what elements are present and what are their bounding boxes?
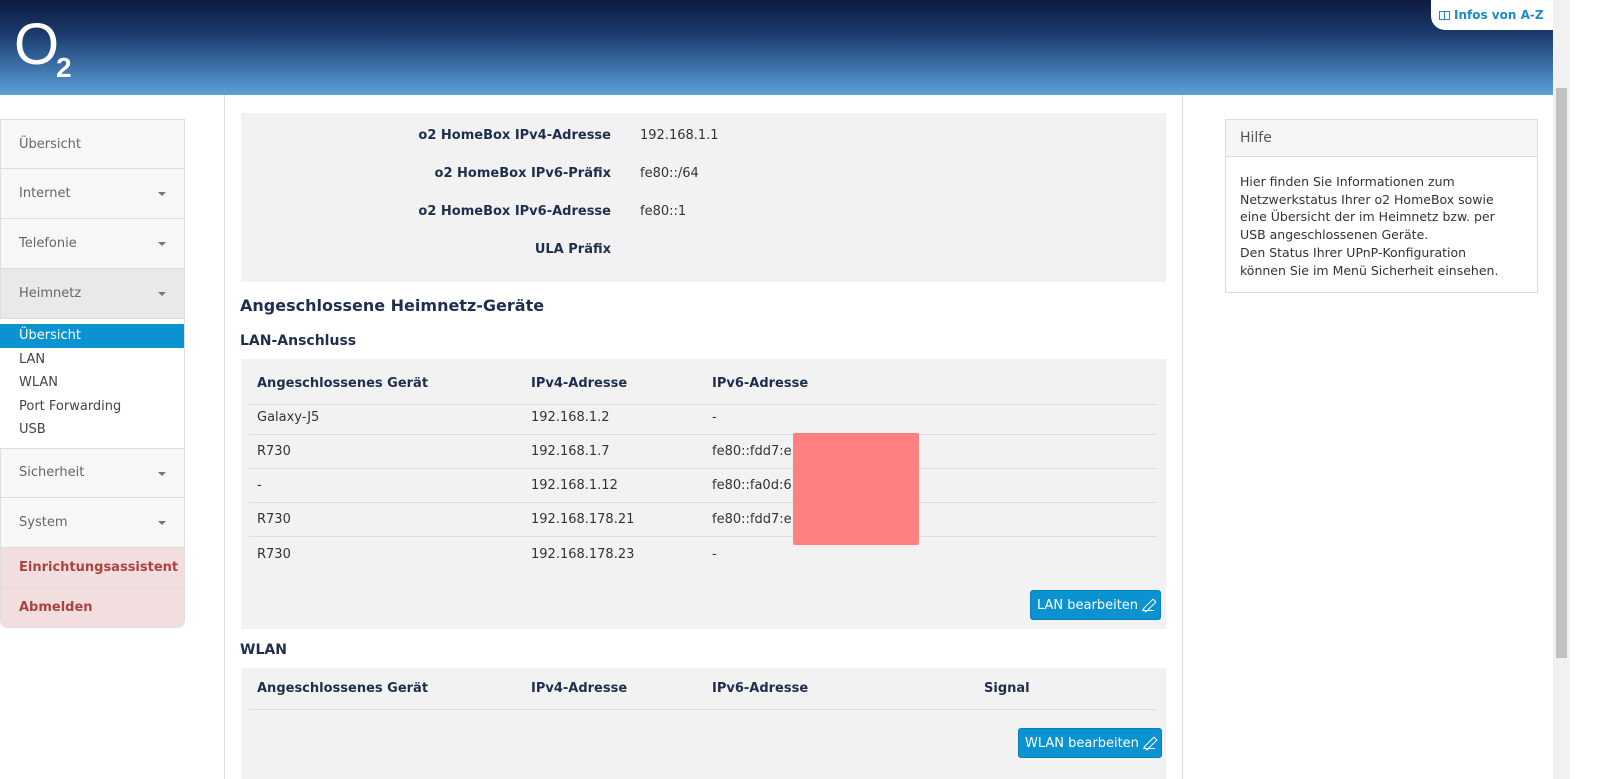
info-label: o2 HomeBox IPv6-Präfix <box>434 166 611 181</box>
chevron-down-icon <box>158 471 166 476</box>
column-header-ipv6: IPv6-Adresse <box>712 376 809 391</box>
help-title: Hilfe <box>1226 120 1537 157</box>
cell-ipv4: 192.168.1.12 <box>531 478 618 493</box>
chevron-down-icon <box>158 520 166 525</box>
help-line: Hier finden Sie Informationen zum <box>1240 174 1455 189</box>
help-line: eine Übersicht der im Heimnetz bzw. per <box>1240 209 1495 225</box>
wlan-devices-table: Angeschlossenes Gerät IPv4-Adresse IPv6-… <box>241 668 1166 779</box>
sidebar-item-uebersicht[interactable]: Übersicht <box>0 119 185 169</box>
infos-a-z-link[interactable]: Infos von A-Z <box>1431 0 1553 30</box>
cell-device: R730 <box>257 546 291 562</box>
help-line: können Sie im Menü Sicherheit einsehen. <box>1240 262 1499 278</box>
pencil-icon <box>1142 737 1155 749</box>
subnav-item-uebersicht[interactable]: Übersicht <box>0 324 184 348</box>
help-line: Den Status Ihrer UPnP-Konfiguration <box>1240 244 1467 260</box>
help-line: Netzwerkstatus Ihrer o2 HomeBox sowie <box>1240 191 1494 207</box>
help-line: USB angeschlossenen Geräte. <box>1240 227 1429 243</box>
table-row: Galaxy-J5 192.168.1.2 - <box>249 401 1157 435</box>
cell-device: R730 <box>257 512 291 527</box>
sidebar-item-label: Telefonie <box>19 236 77 251</box>
homebox-address-panel: o2 HomeBox IPv4-Adresse 192.168.1.1 o2 H… <box>241 113 1166 282</box>
column-header-ipv4: IPv4-Adresse <box>531 681 628 696</box>
cell-ipv6: fe80::fa0d:6 <box>712 478 792 493</box>
table-header: Angeschlossenes Gerät IPv4-Adresse IPv6-… <box>249 668 1157 710</box>
chevron-down-icon <box>158 192 166 196</box>
page-scrollbar[interactable] <box>1553 0 1570 779</box>
logout-label: Abmelden <box>19 599 93 615</box>
help-panel: Hilfe Hier finden Sie Informationen zum … <box>1225 119 1538 293</box>
infos-a-z-label: Infos von A-Z <box>1454 8 1544 22</box>
lan-devices-table: Angeschlossenes Gerät IPv4-Adresse IPv6-… <box>241 359 1166 629</box>
scrollbar-thumb[interactable] <box>1556 88 1567 658</box>
subnav-item-port-forwarding[interactable]: Port Forwarding <box>0 395 184 419</box>
sidebar-item-label: System <box>19 514 68 530</box>
setup-wizard-label: Einrichtungsassistent <box>19 559 179 575</box>
info-row: ULA Präfix <box>241 242 1166 262</box>
sidebar-item-heimnetz[interactable]: Heimnetz <box>0 269 185 319</box>
logo-letter: O <box>14 12 60 77</box>
cell-device: Galaxy-J5 <box>257 410 320 425</box>
wlan-edit-label: WLAN bearbeiten <box>1025 735 1139 751</box>
cell-ipv6: - <box>712 546 717 562</box>
table-header: Angeschlossenes Gerät IPv4-Adresse IPv6-… <box>249 363 1157 405</box>
heimnetz-submenu: Übersicht LAN WLAN Port Forwarding USB <box>0 319 185 448</box>
cell-ipv6: fe80::fdd7:e <box>712 444 792 459</box>
book-icon <box>1439 10 1450 20</box>
cell-ipv4: 192.168.178.23 <box>531 546 635 562</box>
cell-ipv4: 192.168.1.7 <box>531 444 610 459</box>
column-header-ipv4: IPv4-Adresse <box>531 376 628 391</box>
wlan-edit-button[interactable]: WLAN bearbeiten <box>1018 728 1162 758</box>
sidebar-item-label: Internet <box>19 186 71 201</box>
header-banner: O 2 <box>0 0 1553 95</box>
info-label: o2 HomeBox IPv6-Adresse <box>418 204 611 219</box>
sidebar-item-internet[interactable]: Internet <box>0 169 185 219</box>
cell-ipv6: fe80::fdd7:e <box>712 512 792 527</box>
cell-device: R730 <box>257 444 291 459</box>
table-row: - 192.168.1.12 fe80::fa0d:6 <box>249 469 1157 503</box>
sidebar-item-label: Sicherheit <box>19 465 85 480</box>
cell-ipv6: - <box>712 410 717 425</box>
sidebar-item-label: Heimnetz <box>19 286 82 301</box>
info-value: fe80::1 <box>640 204 687 219</box>
table-row: R730 192.168.178.23 - <box>249 537 1157 571</box>
sidebar-item-telefonie[interactable]: Telefonie <box>0 219 185 269</box>
column-header-ipv6: IPv6-Adresse <box>712 681 809 696</box>
lan-edit-label: LAN bearbeiten <box>1037 597 1139 613</box>
redaction-overlay <box>793 433 919 545</box>
table-row: R730 192.168.178.21 fe80::fdd7:e <box>249 503 1157 537</box>
info-value: fe80::/64 <box>640 166 699 181</box>
cell-ipv4: 192.168.178.21 <box>531 512 635 527</box>
devices-heading: Angeschlossene Heimnetz-Geräte <box>240 296 545 315</box>
sidebar-item-system[interactable]: System <box>0 497 185 548</box>
logout-link[interactable]: Abmelden <box>0 587 185 628</box>
subnav-item-wlan[interactable]: WLAN <box>0 371 184 395</box>
pencil-icon <box>1142 599 1155 611</box>
info-row: o2 HomeBox IPv6-Adresse fe80::1 <box>241 204 1166 224</box>
table-row: R730 192.168.1.7 fe80::fdd7:e <box>249 435 1157 469</box>
info-label: o2 HomeBox IPv4-Adresse <box>418 128 611 143</box>
sidebar-nav: Übersicht Internet Telefonie Heimnetz Üb… <box>0 119 185 628</box>
info-value: 192.168.1.1 <box>640 128 719 143</box>
sidebar-item-sicherheit[interactable]: Sicherheit <box>0 447 185 498</box>
info-label: ULA Präfix <box>534 242 611 257</box>
wlan-heading: WLAN <box>240 642 287 658</box>
column-header-device: Angeschlossenes Gerät <box>257 681 429 696</box>
o2-logo[interactable]: O 2 <box>14 16 72 84</box>
chevron-down-icon <box>158 242 166 246</box>
sidebar-item-label: Übersicht <box>19 136 81 152</box>
column-header-device: Angeschlossenes Gerät <box>257 376 429 391</box>
subnav-item-usb[interactable]: USB <box>0 418 184 442</box>
column-header-signal: Signal <box>984 681 1030 696</box>
lan-edit-button[interactable]: LAN bearbeiten <box>1030 590 1162 620</box>
help-text: Hier finden Sie Informationen zum Netzwe… <box>1226 157 1537 279</box>
subnav-item-lan[interactable]: LAN <box>0 348 184 372</box>
cell-ipv4: 192.168.1.2 <box>531 410 610 425</box>
lan-heading: LAN-Anschluss <box>240 333 357 349</box>
info-row: o2 HomeBox IPv4-Adresse 192.168.1.1 <box>241 128 1166 148</box>
info-row: o2 HomeBox IPv6-Präfix fe80::/64 <box>241 166 1166 186</box>
setup-wizard-link[interactable]: Einrichtungsassistent <box>0 547 185 588</box>
logo-number: 2 <box>56 52 72 83</box>
cell-device: - <box>257 478 262 493</box>
chevron-down-icon <box>158 292 166 296</box>
